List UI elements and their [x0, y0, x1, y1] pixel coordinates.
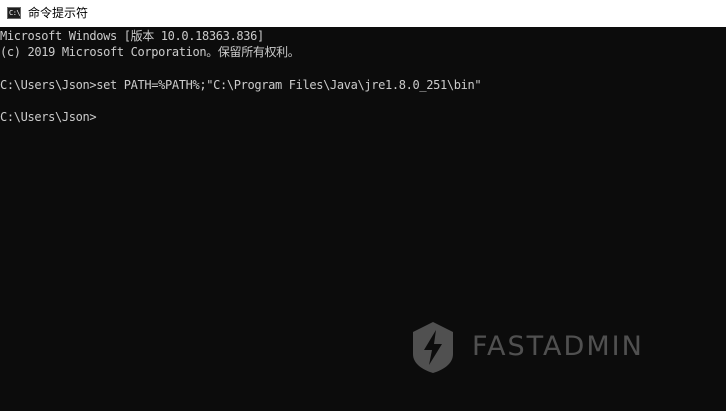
title-bar[interactable]: C:\ 命令提示符 [0, 0, 726, 27]
console-line: C:\Users\Json>set PATH=%PATH%;"C:\Progra… [0, 78, 482, 92]
cmd-icon-glyph: C:\ [9, 9, 21, 17]
console-line: Microsoft Windows [版本 10.0.18363.836] [0, 29, 264, 43]
cmd-icon[interactable]: C:\ [7, 7, 21, 19]
watermark: FASTADMIN [410, 320, 670, 376]
command-prompt-window: C:\ 命令提示符 Microsoft Windows [版本 10.0.183… [0, 0, 726, 411]
console-line: (c) 2019 Microsoft Corporation。保留所有权利。 [0, 45, 300, 59]
lightning-shield-icon [413, 322, 453, 373]
console-prompt-line: C:\Users\Json> [0, 110, 97, 124]
window-title: 命令提示符 [28, 6, 89, 20]
watermark-text: FASTADMIN [472, 331, 644, 362]
